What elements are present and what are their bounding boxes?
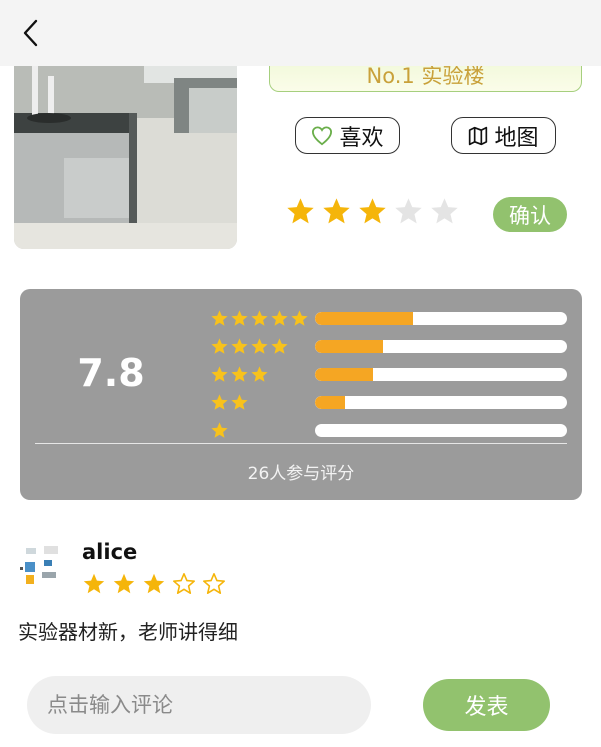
map-label: 地图 bbox=[494, 125, 539, 151]
rating-row-stars bbox=[210, 337, 289, 356]
send-button[interactable]: 发表 bbox=[423, 679, 550, 731]
back-button[interactable] bbox=[14, 16, 48, 50]
rating-bar-fill bbox=[315, 312, 414, 325]
chevron-left-icon bbox=[23, 19, 38, 47]
star-filled-icon bbox=[211, 422, 228, 438]
rating-summary-card: 7.8 26人参与评分 bbox=[20, 289, 582, 500]
rating-bar-track bbox=[315, 396, 567, 409]
star-filled-icon bbox=[271, 310, 288, 326]
map-icon bbox=[469, 126, 488, 145]
star-outline-icon bbox=[203, 573, 225, 594]
review-text: 实验器材新，老师讲得细 bbox=[18, 620, 238, 644]
star-filled-icon bbox=[143, 573, 165, 594]
star-filled-icon bbox=[211, 338, 228, 354]
rating-bar-track bbox=[315, 424, 567, 437]
like-label: 喜欢 bbox=[339, 125, 384, 151]
star-filled-icon[interactable] bbox=[321, 196, 352, 227]
participant-count: 26人参与评分 bbox=[247, 464, 355, 484]
star-filled-icon bbox=[231, 394, 248, 410]
comment-input[interactable] bbox=[27, 676, 371, 734]
card-divider bbox=[35, 443, 567, 444]
rating-bar-fill bbox=[315, 340, 384, 353]
confirm-button[interactable]: 确认 bbox=[493, 197, 567, 232]
star-filled-icon bbox=[251, 310, 268, 326]
star-filled-icon bbox=[83, 573, 105, 594]
star-filled-icon bbox=[231, 338, 248, 354]
star-filled-icon bbox=[231, 366, 248, 382]
rating-bar-fill bbox=[315, 396, 346, 409]
map-button[interactable]: 地图 bbox=[451, 117, 556, 154]
review-stars bbox=[82, 572, 226, 596]
top-nav-bar bbox=[0, 0, 601, 66]
lab-photo bbox=[14, 48, 237, 249]
star-filled-icon bbox=[211, 366, 228, 382]
rating-row-stars bbox=[210, 365, 269, 384]
rating-bar-track bbox=[315, 340, 567, 353]
star-filled-icon bbox=[231, 310, 248, 326]
like-button[interactable]: 喜欢 bbox=[295, 117, 400, 154]
star-filled-icon bbox=[291, 310, 308, 326]
star-filled-icon bbox=[211, 394, 228, 410]
rating-bar-track bbox=[315, 368, 567, 381]
heart-icon bbox=[312, 125, 333, 145]
rating-row-stars bbox=[210, 309, 309, 328]
rating-bar-fill bbox=[315, 368, 373, 381]
star-filled-icon bbox=[271, 338, 288, 354]
star-filled-icon bbox=[211, 310, 228, 326]
star-empty-icon[interactable] bbox=[393, 196, 424, 227]
star-filled-icon bbox=[251, 338, 268, 354]
user-rating-stars[interactable] bbox=[285, 196, 460, 227]
rating-row-stars bbox=[210, 393, 249, 412]
average-score: 7.8 bbox=[77, 351, 145, 395]
star-filled-icon[interactable] bbox=[357, 196, 388, 227]
star-filled-icon bbox=[113, 573, 135, 594]
star-outline-icon bbox=[173, 573, 195, 594]
star-filled-icon bbox=[251, 366, 268, 382]
star-empty-icon[interactable] bbox=[429, 196, 460, 227]
rating-bar-track bbox=[315, 312, 567, 325]
review-username: alice bbox=[82, 540, 138, 564]
avatar bbox=[20, 542, 64, 588]
star-filled-icon[interactable] bbox=[285, 196, 316, 227]
rating-row-stars bbox=[210, 421, 229, 440]
